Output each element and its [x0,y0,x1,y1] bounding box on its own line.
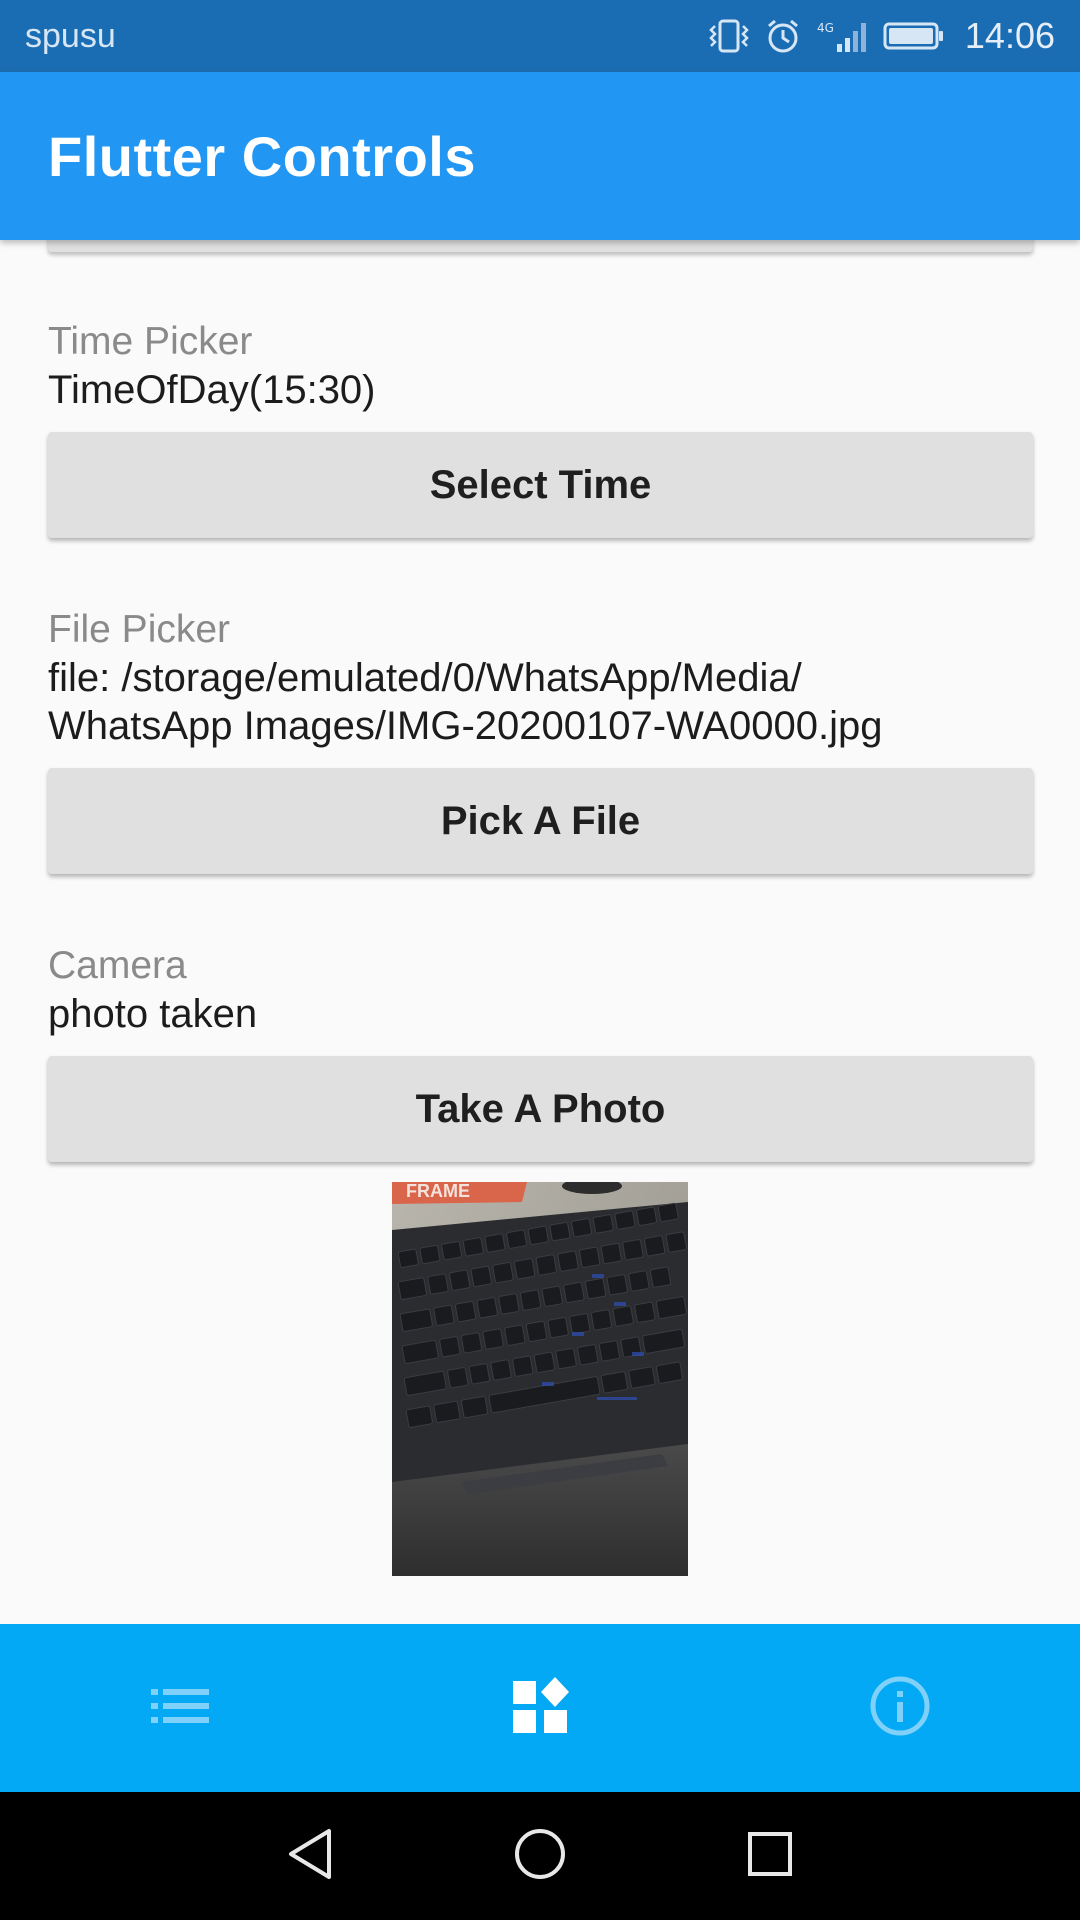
info-icon [869,1675,931,1742]
nav-item-list[interactable] [80,1624,280,1792]
alarm-icon [765,18,801,54]
take-photo-button[interactable]: Take A Photo [48,1056,1033,1162]
status-bar: spusu 4G 14:06 [0,0,1080,72]
select-time-button[interactable]: Select Time [48,432,1033,538]
status-icons: 4G 14:06 [707,15,1055,57]
recents-button[interactable] [730,1816,810,1896]
camera-label: Camera [48,944,187,987]
nav-item-info[interactable] [800,1624,1000,1792]
content-scroll-area[interactable]: Time Picker TimeOfDay(15:30) Select Time… [0,240,1080,1624]
captured-photo: FRAME [392,1182,688,1576]
camera-value: photo taken [48,992,258,1036]
home-button[interactable] [500,1816,580,1896]
camera-section: Camera photo taken Take A Photo [48,942,1033,1162]
recents-icon [745,1829,795,1884]
time-picker-label: Time Picker [48,320,253,363]
system-navigation-bar [0,1792,1080,1920]
app-bar: Flutter Controls [0,72,1080,240]
battery-icon [883,20,945,52]
back-icon [285,1827,335,1886]
file-picker-value-line1: file: /storage/emulated/0/WhatsApp/Media… [48,656,802,700]
file-picker-section: File Picker file: /storage/emulated/0/Wh… [48,606,1033,874]
page-title: Flutter Controls [48,124,476,188]
keyboard-photo-image: FRAME [392,1182,688,1576]
svg-text:4G: 4G [817,21,834,35]
partially-visible-button[interactable] [48,240,1033,252]
vibrate-icon [707,18,751,54]
time-picker-value: TimeOfDay(15:30) [48,368,376,412]
app-screen: spusu 4G 14:06 Flutter Controls Time Pic… [0,0,1080,1920]
list-icon [151,1687,209,1730]
file-picker-label: File Picker [48,608,231,651]
carrier-name: spusu [25,16,116,55]
signal-4g-icon: 4G [815,18,869,54]
widgets-icon [511,1676,569,1740]
status-time: 14:06 [964,15,1055,56]
pick-file-button[interactable]: Pick A File [48,768,1033,874]
file-picker-value-line2: WhatsApp Images/IMG-20200107-WA0000.jpg [48,704,883,748]
nav-item-widgets[interactable] [440,1624,640,1792]
home-icon [513,1827,567,1886]
back-button[interactable] [270,1816,350,1896]
bottom-navigation-bar [0,1624,1080,1792]
photo-text: FRAME [406,1182,470,1201]
time-picker-section: Time Picker TimeOfDay(15:30) Select Time [48,318,1033,538]
